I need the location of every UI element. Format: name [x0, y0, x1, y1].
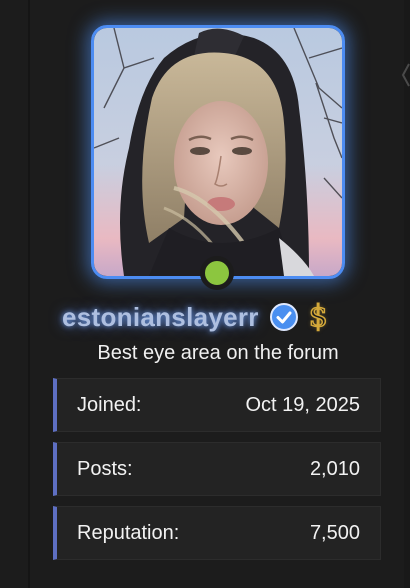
stat-label: Joined:: [77, 393, 142, 416]
profile-card: estonianslayerr $ Best eye area on the f…: [0, 0, 410, 588]
stat-label: Reputation:: [77, 521, 180, 544]
online-status-indicator: [200, 256, 234, 290]
stat-value[interactable]: 2,010: [310, 458, 360, 481]
stat-row-posts: Posts: 2,010: [53, 442, 381, 496]
username-row: estonianslayerr $: [62, 297, 382, 337]
user-title: Best eye area on the forum: [97, 342, 339, 364]
avatar[interactable]: [91, 25, 345, 279]
stat-row-reputation: Reputation: 7,500: [53, 506, 381, 560]
column-divider: [28, 0, 30, 588]
stat-value: Oct 19, 2025: [245, 393, 360, 416]
chevron-left-icon[interactable]: [400, 62, 410, 88]
stat-label: Posts:: [77, 457, 133, 480]
stat-value[interactable]: 7,500: [310, 522, 360, 545]
scroll-edge: [404, 0, 410, 588]
dollar-sign-icon[interactable]: $: [308, 301, 329, 333]
verified-check-icon[interactable]: [269, 302, 299, 332]
stat-row-joined: Joined: Oct 19, 2025: [53, 378, 381, 432]
username[interactable]: estonianslayerr: [62, 302, 259, 333]
avatar-image: [94, 28, 342, 276]
